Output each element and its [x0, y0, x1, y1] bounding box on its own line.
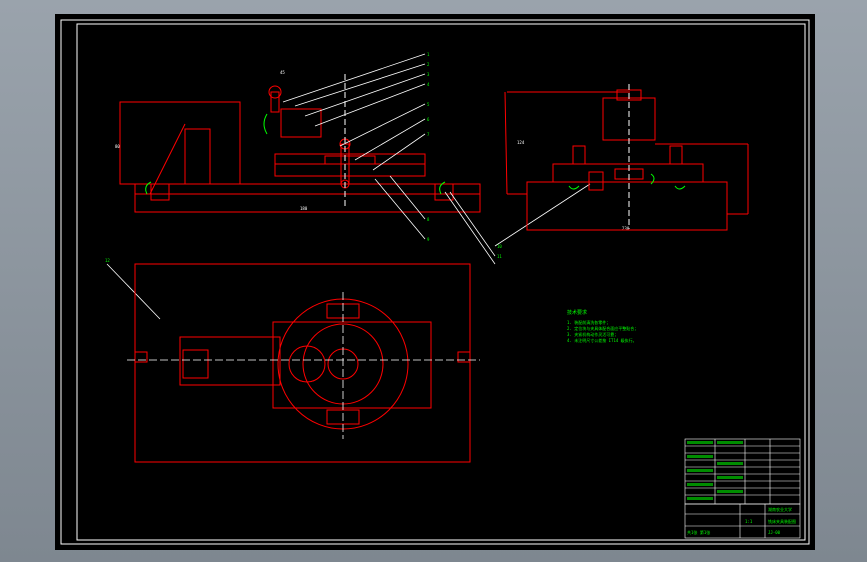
svg-text:8: 8: [427, 217, 430, 222]
outer-frame: [60, 19, 810, 545]
svg-text:JJ-00: JJ-00: [768, 530, 781, 535]
svg-text:1. 装配前清洗各零件；: 1. 装配前清洗各零件；: [567, 319, 610, 325]
svg-text:12: 12: [105, 258, 110, 263]
dimension-labels: 180 80 45 124 230: [115, 70, 630, 231]
svg-text:6: 6: [427, 117, 430, 122]
svg-text:10: 10: [497, 244, 502, 249]
svg-text:技术要求: 技术要求: [567, 309, 587, 316]
svg-text:2. 定位块与夹具体配合面应平整贴合；: 2. 定位块与夹具体配合面应平整贴合；: [567, 325, 638, 331]
svg-text:共1张 第1张: 共1张 第1张: [687, 529, 710, 535]
svg-text:124: 124: [517, 140, 525, 145]
svg-text:180: 180: [300, 206, 308, 211]
svg-text:45: 45: [280, 70, 285, 75]
technical-notes: 技术要求 1. 装配前清洗各零件； 2. 定位块与夹具体配合面应平整贴合； 3.…: [567, 309, 638, 343]
cad-drawing-canvas: 1 2 3 4 5 6 7 8 9 10 11 12 180 80 45 124…: [55, 14, 815, 550]
svg-text:7: 7: [427, 132, 430, 137]
inner-frame: [76, 23, 806, 541]
svg-text:2: 2: [427, 62, 430, 67]
svg-text:5: 5: [427, 102, 430, 107]
svg-text:3. 夹紧机构动作灵活可靠；: 3. 夹紧机构动作灵活可靠；: [567, 331, 618, 337]
svg-text:80: 80: [115, 144, 120, 149]
front-view: [119, 85, 481, 213]
part-labels: 1 2 3 4 5 6 7 8 9 10 11 12: [105, 52, 502, 263]
svg-text:11: 11: [497, 254, 502, 259]
side-view: [504, 89, 749, 231]
svg-text:1:1: 1:1: [745, 519, 753, 524]
svg-text:铣床夹具装配图: 铣床夹具装配图: [768, 518, 796, 524]
svg-text:3: 3: [427, 72, 430, 77]
svg-text:1: 1: [427, 52, 430, 57]
svg-text:湖南农业大学: 湖南农业大学: [768, 506, 792, 512]
svg-text:4: 4: [427, 82, 430, 87]
title-block-text: 湖南农业大学 铣床夹具装配图 JJ-00 1:1 共1张 第1张: [687, 506, 796, 535]
svg-text:9: 9: [427, 237, 430, 242]
top-view: [134, 263, 471, 463]
svg-text:4. 未注明尺寸公差按 IT14 级执行。: 4. 未注明尺寸公差按 IT14 级执行。: [567, 337, 637, 343]
